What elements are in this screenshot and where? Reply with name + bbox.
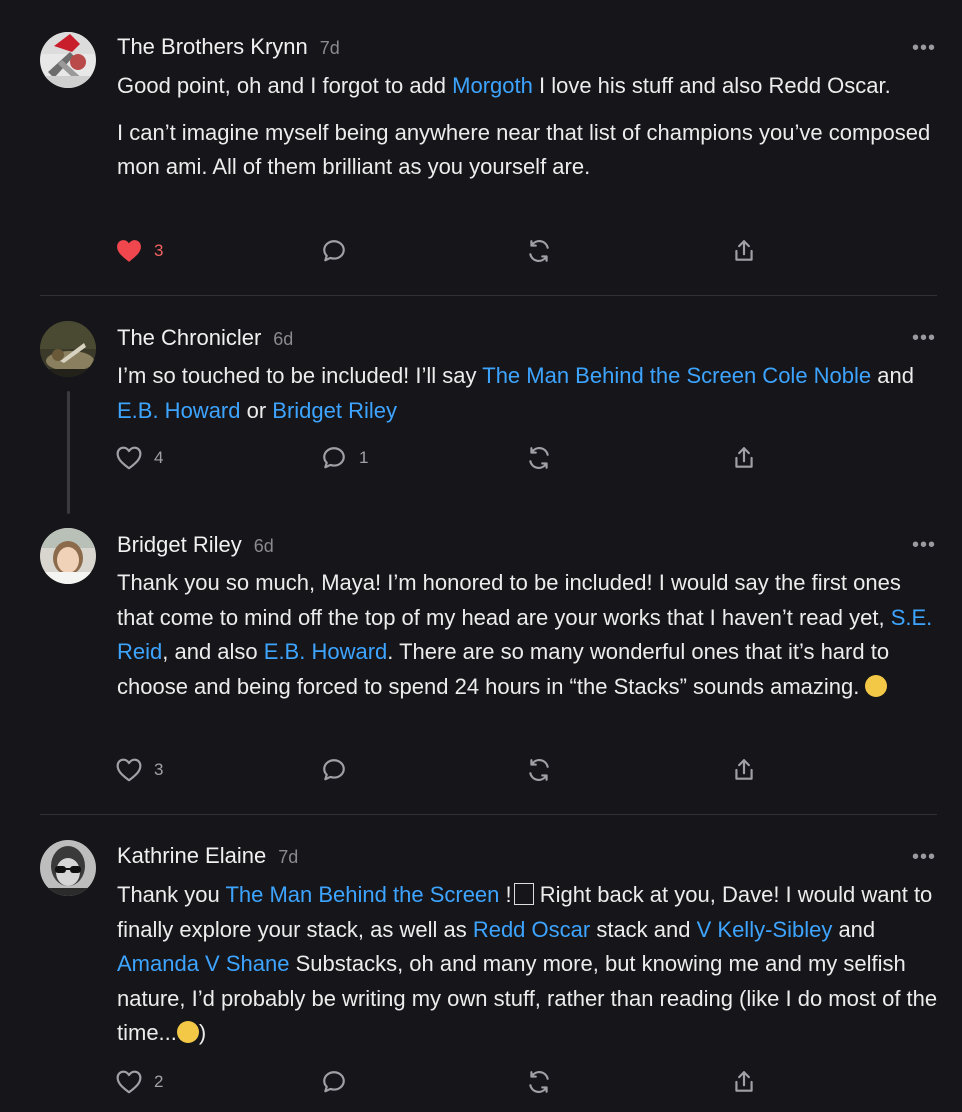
reply-count: 1	[359, 448, 369, 467]
avatar[interactable]	[40, 528, 96, 584]
like-count: 3	[154, 760, 164, 779]
divider	[40, 295, 937, 296]
comment-text: !	[499, 882, 512, 907]
restack-arrows-icon	[526, 238, 552, 264]
share-button[interactable]	[731, 443, 757, 473]
like-count: 4	[154, 448, 164, 467]
author-name[interactable]: The Chronicler	[117, 325, 261, 351]
restack-button[interactable]	[526, 443, 552, 473]
comment-header: The Chronicler 6d	[117, 325, 293, 355]
comment-header: Bridget Riley 6d	[117, 532, 274, 562]
comment-text: and	[832, 916, 876, 942]
laughing-emoji	[865, 674, 888, 697]
speech-bubble-icon	[321, 757, 347, 783]
mention-link[interactable]: E.B. Howard	[117, 398, 241, 423]
speech-bubble-icon	[321, 445, 347, 471]
divider	[40, 814, 937, 815]
share-upload-icon	[731, 445, 757, 471]
avatar[interactable]	[40, 32, 96, 88]
author-name[interactable]: Kathrine Elaine	[117, 843, 266, 869]
like-count: 3	[154, 241, 164, 260]
comment-text: )	[198, 1020, 207, 1046]
like-count: 2	[154, 1072, 164, 1091]
comment-actions: 4 1	[0, 443, 962, 473]
heart-icon	[116, 239, 142, 263]
comment-text: stack and	[590, 916, 697, 942]
comment-body: Thank you so much, Maya! I’m honored to …	[117, 566, 942, 704]
comment-text: Thank you	[117, 882, 226, 907]
more-dots-icon[interactable]: •••	[908, 534, 940, 556]
eye-roll-emoji	[176, 1021, 199, 1044]
mention-link[interactable]: V Kelly-Sibley	[697, 917, 833, 942]
comment-paragraph: I can’t imagine myself being anywhere ne…	[117, 116, 942, 185]
restack-button[interactable]	[526, 1067, 552, 1097]
comment-body: Thank you The Man Behind the Screen ! Ri…	[117, 878, 942, 1051]
timestamp[interactable]: 6d	[254, 536, 274, 557]
timestamp[interactable]: 6d	[273, 329, 293, 350]
comment-text: and	[871, 363, 914, 388]
author-name[interactable]: The Brothers Krynn	[117, 34, 308, 60]
like-button[interactable]: 3	[116, 236, 163, 266]
restack-arrows-icon	[526, 757, 552, 783]
comment-text: Good point, oh and I forgot to add	[117, 73, 453, 98]
timestamp[interactable]: 7d	[320, 38, 340, 59]
like-button[interactable]: 4	[116, 443, 163, 473]
comment-text: , and also	[162, 639, 264, 665]
heart-icon	[116, 446, 142, 470]
avatar[interactable]	[40, 321, 96, 377]
restack-button[interactable]	[526, 755, 552, 785]
share-upload-icon	[731, 1069, 757, 1095]
comment-paragraph: I’m so touched to be included! I’ll say …	[117, 359, 942, 428]
comment-paragraph: Thank you The Man Behind the Screen ! Ri…	[117, 878, 942, 1051]
thread-line[interactable]	[67, 391, 70, 514]
more-dots-icon[interactable]: •••	[908, 846, 940, 868]
like-button[interactable]: 2	[116, 1067, 163, 1097]
avatar[interactable]	[40, 840, 96, 896]
heart-icon	[116, 758, 142, 782]
restack-arrows-icon	[526, 1069, 552, 1095]
mention-link[interactable]: Bridget Riley	[272, 398, 397, 423]
comments-feed: The Brothers Krynn 7d ••• Good point, oh…	[0, 0, 962, 1112]
share-button[interactable]	[731, 1067, 757, 1097]
comment-text: Thank you so much, Maya! I’m honored to …	[117, 570, 901, 630]
like-button[interactable]: 3	[116, 755, 163, 785]
mention-link[interactable]: E.B. Howard	[264, 639, 388, 664]
comment-header: The Brothers Krynn 7d	[117, 34, 340, 64]
mention-link[interactable]: The Man Behind the Screen	[225, 882, 499, 907]
mention-link[interactable]: Amanda V Shane	[117, 951, 289, 976]
timestamp[interactable]: 7d	[278, 847, 298, 868]
restack-arrows-icon	[526, 445, 552, 471]
comment-text: I’m so touched to be included! I’ll say	[117, 363, 483, 388]
comment-actions: 3	[0, 755, 962, 785]
heart-icon	[116, 1070, 142, 1094]
comment-actions: 2	[0, 1067, 962, 1097]
comment-text: I love his stuff and also Redd Oscar.	[532, 73, 891, 98]
speech-bubble-icon	[321, 1069, 347, 1095]
share-button[interactable]	[731, 755, 757, 785]
comment-text: or	[240, 397, 273, 423]
share-button[interactable]	[731, 236, 757, 266]
more-dots-icon[interactable]: •••	[908, 37, 940, 59]
comment-body: I’m so touched to be included! I’ll say …	[117, 359, 942, 428]
author-name[interactable]: Bridget Riley	[117, 532, 242, 558]
comment-actions: 3	[0, 236, 962, 266]
comment-paragraph: Thank you so much, Maya! I’m honored to …	[117, 566, 942, 704]
missing-glyph	[513, 883, 534, 905]
comment-paragraph: Good point, oh and I forgot to add Morgo…	[117, 69, 942, 104]
reply-button[interactable]	[321, 236, 347, 266]
reply-button[interactable]	[321, 1067, 347, 1097]
share-upload-icon	[731, 238, 757, 264]
mention-link[interactable]: Morgoth	[452, 73, 533, 98]
reply-button[interactable]	[321, 755, 347, 785]
mention-link[interactable]: Redd Oscar	[473, 917, 590, 942]
reply-button[interactable]: 1	[321, 443, 368, 473]
restack-button[interactable]	[526, 236, 552, 266]
comment-body: Good point, oh and I forgot to add Morgo…	[117, 69, 942, 185]
more-dots-icon[interactable]: •••	[908, 327, 940, 349]
comment-text: I can’t imagine myself being anywhere ne…	[117, 119, 931, 180]
comment-header: Kathrine Elaine 7d	[117, 843, 298, 873]
speech-bubble-icon	[321, 238, 347, 264]
share-upload-icon	[731, 757, 757, 783]
mention-link[interactable]: The Man Behind the Screen Cole Noble	[482, 363, 871, 388]
